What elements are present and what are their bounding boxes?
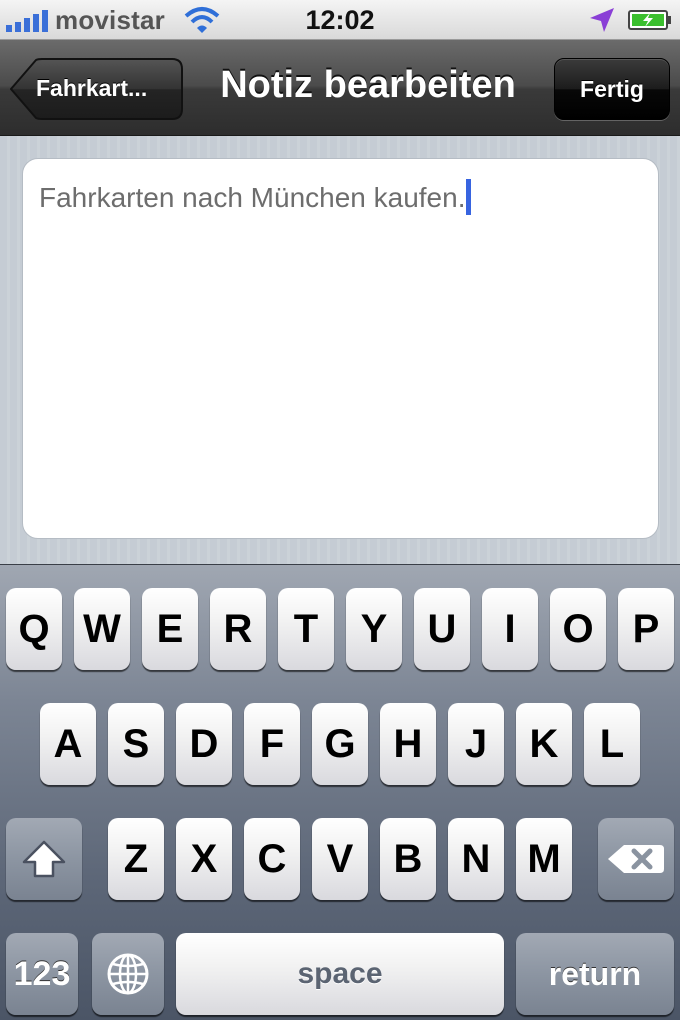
- key-l[interactable]: L: [584, 703, 640, 785]
- location-arrow-icon: [590, 8, 614, 32]
- space-key[interactable]: space: [176, 933, 504, 1015]
- key-n[interactable]: N: [448, 818, 504, 900]
- key-s[interactable]: S: [108, 703, 164, 785]
- key-e[interactable]: E: [142, 588, 198, 670]
- note-area: Fahrkarten nach München kaufen.: [0, 136, 680, 564]
- key-x[interactable]: X: [176, 818, 232, 900]
- status-time: 12:02: [305, 5, 375, 35]
- delete-key[interactable]: [598, 818, 674, 900]
- globe-key[interactable]: [92, 933, 164, 1015]
- key-k[interactable]: K: [516, 703, 572, 785]
- backspace-icon: [608, 845, 664, 873]
- text-caret: [466, 179, 472, 215]
- key-c[interactable]: C: [244, 818, 300, 900]
- key-p[interactable]: P: [618, 588, 674, 670]
- shift-key[interactable]: [6, 818, 82, 900]
- key-u[interactable]: U: [414, 588, 470, 670]
- note-text-line[interactable]: Fahrkarten nach München kaufen.: [39, 179, 472, 215]
- navigation-bar: Fahrkart... Notiz bearbeiten Fertig: [0, 40, 680, 136]
- key-m[interactable]: M: [516, 818, 572, 900]
- keyboard: Q W E R T Y U I O P A S D F G H J K L Z …: [0, 564, 680, 1020]
- shift-icon: [22, 840, 66, 878]
- key-q[interactable]: Q: [6, 588, 62, 670]
- note-text: Fahrkarten nach München kaufen.: [39, 182, 466, 213]
- globe-icon: [107, 953, 149, 995]
- back-button[interactable]: Fahrkart...: [10, 58, 183, 120]
- back-button-label: Fahrkart...: [36, 75, 148, 101]
- key-j[interactable]: J: [448, 703, 504, 785]
- return-key[interactable]: return: [516, 933, 674, 1015]
- status-bar: movistar 12:02: [0, 0, 680, 40]
- key-w[interactable]: W: [74, 588, 130, 670]
- key-t[interactable]: T: [278, 588, 334, 670]
- key-r[interactable]: R: [210, 588, 266, 670]
- page-title: Notiz bearbeiten: [220, 64, 516, 106]
- key-z[interactable]: Z: [108, 818, 164, 900]
- key-f[interactable]: F: [244, 703, 300, 785]
- numbers-key[interactable]: 123: [6, 933, 78, 1015]
- done-button[interactable]: Fertig: [554, 58, 670, 120]
- key-g[interactable]: G: [312, 703, 368, 785]
- key-b[interactable]: B: [380, 818, 436, 900]
- battery-charging-icon: [628, 10, 671, 30]
- key-v[interactable]: V: [312, 818, 368, 900]
- note-editor[interactable]: Fahrkarten nach München kaufen.: [22, 158, 659, 539]
- key-o[interactable]: O: [550, 588, 606, 670]
- key-i[interactable]: I: [482, 588, 538, 670]
- key-h[interactable]: H: [380, 703, 436, 785]
- key-y[interactable]: Y: [346, 588, 402, 670]
- key-d[interactable]: D: [176, 703, 232, 785]
- key-a[interactable]: A: [40, 703, 96, 785]
